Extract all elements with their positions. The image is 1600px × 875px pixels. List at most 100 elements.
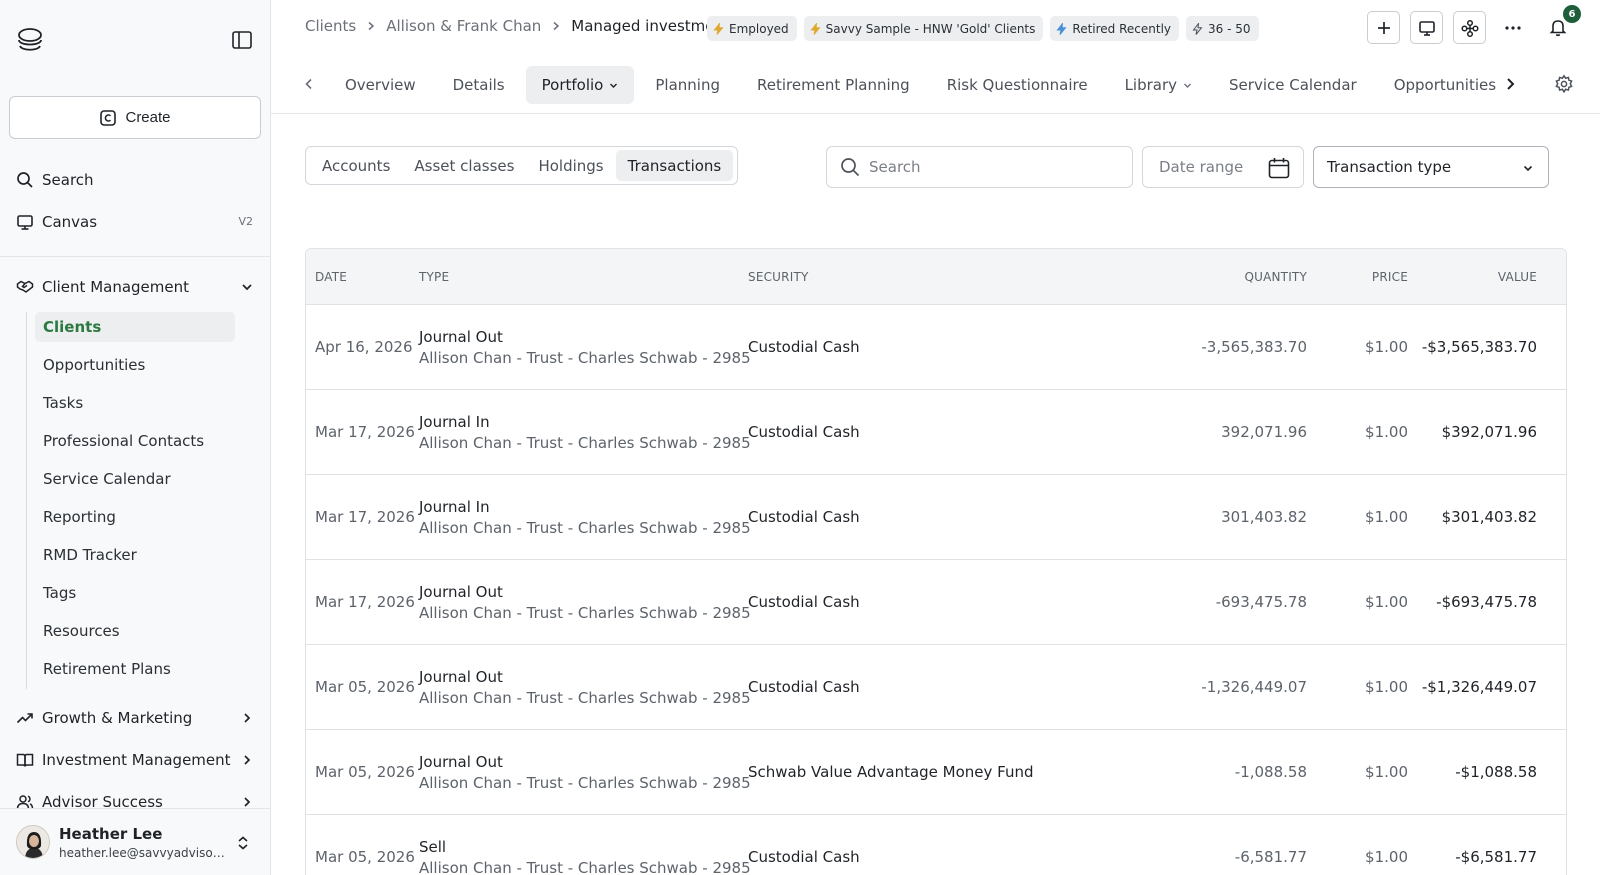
more-button[interactable] (1496, 11, 1529, 44)
column-header-security[interactable]: Security (748, 270, 1148, 284)
client-tag[interactable]: 36 - 50 (1186, 16, 1259, 41)
sidebar-item-tasks[interactable]: Tasks (35, 388, 235, 418)
breadcrumb-item-household[interactable]: Allison & Frank Chan (386, 17, 541, 35)
cell-security: Custodial Cash (748, 678, 860, 696)
chevron-down-icon (609, 81, 618, 90)
cell-price: $1.00 (1365, 593, 1408, 611)
tab-planning[interactable]: Planning (639, 66, 736, 104)
table-row[interactable]: Mar 05, 2026 Journal Out Allison Chan - Tr… (306, 645, 1566, 730)
cell-value: $301,403.82 (1441, 508, 1537, 526)
table-row[interactable]: Mar 17, 2026 Journal In Allison Chan - Tru… (306, 390, 1566, 475)
cell-value: -$6,581.77 (1455, 848, 1537, 866)
notifications-button[interactable]: 6 (1541, 5, 1581, 44)
transaction-type-select[interactable]: Transaction type (1313, 146, 1549, 188)
cell-date: Mar 05, 2026 (315, 678, 415, 696)
date-range-picker[interactable]: Date range (1142, 146, 1304, 188)
cell-price: $1.00 (1365, 338, 1408, 356)
table-row[interactable]: Mar 05, 2026 Sell Allison Chan - Trust - C… (306, 815, 1566, 875)
sidebar-item-search[interactable]: Search (16, 168, 94, 192)
cell-security: Schwab Value Advantage Money Fund (748, 763, 1034, 781)
sidebar-section-client-management[interactable]: Client Management (16, 274, 254, 300)
gear-icon[interactable] (1554, 74, 1574, 94)
sidebar-item-resources[interactable]: Resources (35, 616, 235, 646)
tab-library[interactable]: Library (1109, 66, 1208, 104)
tab-portfolio[interactable]: Portfolio (525, 66, 635, 104)
workflow-button[interactable] (1453, 11, 1486, 44)
canvas-icon (16, 213, 34, 231)
present-button[interactable] (1410, 11, 1443, 44)
cell-type: Journal In Allison Chan - Trust - Charles… (419, 497, 751, 537)
tab-label: Library (1124, 76, 1178, 94)
tab-risk-questionnaire[interactable]: Risk Questionnaire (931, 66, 1104, 104)
column-header-price[interactable]: Price (1307, 270, 1408, 284)
segment-holdings[interactable]: Holdings (526, 150, 615, 181)
table-header: Date Type Security Quantity Price Value (306, 249, 1566, 305)
tab-details[interactable]: Details (437, 66, 521, 104)
create-button[interactable]: Create (9, 96, 261, 139)
column-header-quantity[interactable]: Quantity (1148, 270, 1307, 284)
plus-icon (1376, 20, 1392, 36)
sidebar-item-reporting[interactable]: Reporting (35, 502, 235, 532)
sidebar-section-investment-management[interactable]: Investment Management (16, 747, 254, 773)
cell-value: -$1,326,449.07 (1421, 678, 1537, 696)
sidebar-item-opportunities[interactable]: Opportunities (35, 350, 235, 380)
cell-quantity: 301,403.82 (1221, 508, 1307, 526)
transaction-type: Journal Out (419, 752, 503, 771)
brand-logo-icon[interactable] (16, 26, 44, 54)
portfolio-view-switcher: Accounts Asset classes Holdings Transaction… (305, 146, 739, 185)
user-email: heather.lee@savvyadvisors.com (59, 846, 229, 860)
search-icon (16, 171, 34, 189)
date-range-placeholder: Date range (1159, 158, 1244, 176)
tab-overview[interactable]: Overview (329, 66, 432, 104)
sidebar: Create Search Canvas V2 Client Managemen… (0, 0, 271, 875)
table-row[interactable]: Apr 16, 2026 Journal Out Allison Chan - Tr… (306, 305, 1566, 390)
cell-security: Custodial Cash (748, 508, 860, 526)
client-tags: Employed Savvy Sample - HNW 'Gold' Client… (707, 16, 1259, 41)
cell-quantity: -3,565,383.70 (1201, 338, 1307, 356)
client-tag[interactable]: Retired Recently (1050, 16, 1180, 41)
sidebar-item-clients[interactable]: Clients (35, 312, 235, 342)
sidebar-item-tags[interactable]: Tags (35, 578, 235, 608)
table-row[interactable]: Mar 17, 2026 Journal In Allison Chan - Tru… (306, 475, 1566, 560)
column-header-type[interactable]: Type (419, 270, 748, 284)
table-row[interactable]: Mar 05, 2026 Journal Out Allison Chan - Tr… (306, 730, 1566, 815)
transaction-type: Journal In (419, 412, 490, 431)
client-tag[interactable]: Employed (707, 16, 797, 41)
sidebar-item-professional-contacts[interactable]: Professional Contacts (35, 426, 235, 456)
segment-accounts[interactable]: Accounts (310, 150, 402, 181)
column-header-date[interactable]: Date (306, 270, 419, 284)
sidebar-item-canvas[interactable]: Canvas (16, 210, 97, 234)
transaction-type: Journal In (419, 497, 490, 516)
account-name: Allison Chan - Trust - Charles Schwab - … (419, 858, 751, 875)
table-body: Apr 16, 2026 Journal Out Allison Chan - Tr… (306, 305, 1566, 875)
tab-opportunities[interactable]: Opportunities (1378, 66, 1512, 104)
sidebar-section-growth-marketing[interactable]: Growth & Marketing (16, 705, 254, 731)
chevron-right-icon (551, 21, 561, 31)
tabs-scroll-right-icon[interactable] (1503, 76, 1517, 92)
user-menu[interactable]: Heather Lee heather.lee@savvyadvisors.co… (0, 808, 270, 875)
transaction-type: Journal Out (419, 327, 503, 346)
add-button[interactable] (1367, 11, 1400, 44)
tab-service-calendar[interactable]: Service Calendar (1213, 66, 1373, 104)
tabs-scroll-left-icon[interactable] (303, 77, 315, 91)
chevron-up-down-icon[interactable] (236, 835, 250, 851)
segment-transactions[interactable]: Transactions (615, 150, 734, 181)
cell-price: $1.00 (1365, 423, 1408, 441)
sidebar-item-rmd-tracker[interactable]: RMD Tracker (35, 540, 235, 570)
search-field[interactable] (826, 146, 1133, 188)
client-tag[interactable]: Savvy Sample - HNW 'Gold' Clients (803, 16, 1044, 41)
bolt-icon (810, 22, 821, 35)
segment-asset-classes[interactable]: Asset classes (402, 150, 526, 181)
column-header-value[interactable]: Value (1408, 270, 1546, 284)
breadcrumb: Clients Allison & Frank Chan Managed inv… (305, 17, 738, 35)
cell-date: Apr 16, 2026 (315, 338, 413, 356)
table-row[interactable]: Mar 17, 2026 Journal Out Allison Chan - Tr… (306, 560, 1566, 645)
chevron-right-icon (240, 753, 254, 767)
breadcrumb-item-clients[interactable]: Clients (305, 17, 356, 35)
sidebar-item-retirement-plans[interactable]: Retirement Plans (35, 654, 235, 684)
tab-retirement-planning[interactable]: Retirement Planning (741, 66, 926, 104)
sidebar-item-service-calendar[interactable]: Service Calendar (35, 464, 235, 494)
sidebar-toggle-icon[interactable] (231, 29, 253, 51)
account-name: Allison Chan - Trust - Charles Schwab - … (419, 433, 751, 452)
search-input[interactable] (869, 158, 1109, 176)
